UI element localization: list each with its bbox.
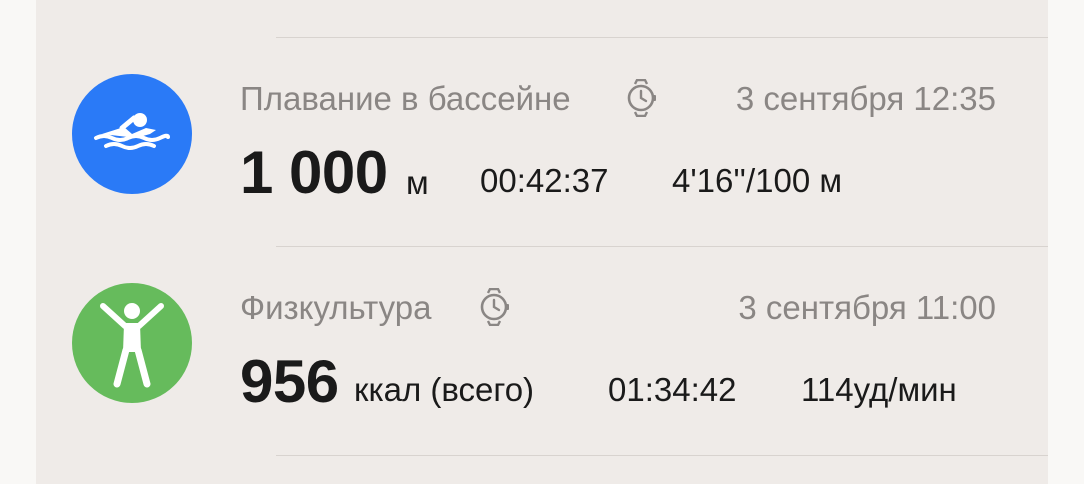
activity-date: 3 сентября 12:35 [735,80,996,117]
workout-icon [72,283,192,403]
swim-icon [72,74,192,194]
activity-calories-value: 956 [240,348,339,415]
activity-list: Плавание в бассейне 3 сентября 12:35 1 0… [36,0,1048,484]
divider [276,455,1048,456]
activity-title: Физкультура [240,289,432,326]
activity-duration: 00:42:37 [480,162,609,199]
watch-icon [480,288,509,326]
activity-title: Плавание в бассейне [240,80,571,117]
activity-item-workout[interactable]: Физкультура 3 сентября 11:00 956 ккал (в… [36,247,1048,455]
activity-heart-rate: 114уд/мин [801,371,957,408]
watch-icon [627,79,656,117]
activity-distance-unit: м [406,164,429,201]
activity-date: 3 сентября 11:00 [738,289,996,326]
activity-duration: 01:34:42 [608,371,737,408]
activity-pace: 4'16''/100 м [672,162,843,199]
activity-calories-unit: ккал (всего) [354,371,535,408]
activity-item-swimming[interactable]: Плавание в бассейне 3 сентября 12:35 1 0… [36,38,1048,246]
activity-distance-value: 1 000 [240,139,388,206]
